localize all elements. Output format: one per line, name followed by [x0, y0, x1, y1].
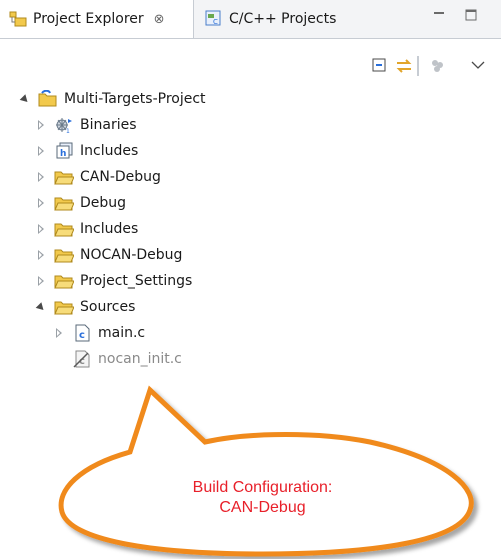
expand-icon[interactable]: [36, 119, 48, 131]
binaries-icon: 1: [54, 116, 74, 135]
svg-text:h: h: [60, 149, 66, 159]
view-toolbar: [0, 56, 501, 80]
tab-project-explorer[interactable]: Project Explorer ⊗: [0, 0, 194, 38]
tab-label: C/C++ Projects: [229, 11, 337, 27]
project-explorer-icon: [8, 9, 28, 29]
tree-item-binaries[interactable]: 1 Binaries: [0, 112, 501, 138]
tree-item-nocan-init-c[interactable]: c nocan_init.c: [0, 346, 501, 372]
tree-item-can-debug[interactable]: CAN-Debug: [0, 164, 501, 190]
tree-item-label: Includes: [80, 143, 139, 159]
expand-icon[interactable]: [20, 93, 32, 105]
tree-item-includes-folder[interactable]: Includes: [0, 216, 501, 242]
tree-item-includes[interactable]: h Includes: [0, 138, 501, 164]
tree-item-label: Debug: [80, 195, 127, 211]
filter-icon[interactable]: [428, 56, 448, 76]
folder-icon: [54, 220, 75, 238]
toolbar-separator: [417, 56, 419, 76]
tree-item-main-c[interactable]: c main.c: [0, 320, 501, 346]
maximize-icon[interactable]: [465, 9, 477, 25]
c-file-icon: c: [72, 324, 92, 342]
tree-item-label: nocan_init.c: [98, 351, 182, 367]
tree-item-label: CAN-Debug: [80, 169, 161, 185]
collapse-all-icon[interactable]: [370, 56, 390, 76]
expand-icon[interactable]: [54, 327, 66, 339]
expand-icon[interactable]: [36, 223, 48, 235]
tree-item-label: main.c: [98, 325, 146, 341]
tree-item-nocan-debug[interactable]: NOCAN-Debug: [0, 242, 501, 268]
expand-icon[interactable]: [36, 301, 48, 313]
expand-icon[interactable]: [36, 171, 48, 183]
expand-icon[interactable]: [36, 275, 48, 287]
link-with-editor-icon[interactable]: [394, 56, 414, 76]
tree-item-label: Includes: [80, 221, 139, 237]
tree-root[interactable]: Multi-Targets-Project: [0, 86, 501, 112]
minimize-icon[interactable]: [433, 9, 445, 25]
svg-text:c: c: [79, 330, 85, 341]
tab-label: Project Explorer: [33, 11, 144, 27]
tree-item-label: Sources: [80, 299, 136, 315]
callout-line-2: CAN-Debug: [219, 499, 306, 516]
tree-item-sources[interactable]: Sources: [0, 294, 501, 320]
tree-item-label: NOCAN-Debug: [80, 247, 183, 263]
expand-icon[interactable]: [36, 145, 48, 157]
project-icon: [38, 89, 58, 108]
folder-icon: [54, 246, 75, 264]
svg-text:1: 1: [66, 128, 70, 134]
svg-text:C: C: [213, 18, 218, 26]
folder-icon: [54, 298, 75, 316]
callout-text: Build Configuration: CAN-Debug: [150, 478, 375, 518]
excluded-c-file-icon: c: [72, 350, 92, 368]
tree-item-label: Project_Settings: [80, 273, 193, 289]
tab-cpp-projects[interactable]: C C/C++ Projects: [196, 0, 366, 38]
folder-icon: [54, 168, 75, 186]
tree-item-label: Multi-Targets-Project: [64, 91, 206, 107]
view-menu-icon[interactable]: [468, 56, 488, 76]
tree-item-debug[interactable]: Debug: [0, 190, 501, 216]
callout-line-1: Build Configuration:: [192, 479, 333, 496]
includes-icon: h: [54, 142, 74, 160]
close-icon[interactable]: ⊗: [154, 12, 165, 27]
view-tab-bar: Project Explorer ⊗ C C/C++ Projects: [0, 0, 501, 39]
expand-icon[interactable]: [36, 197, 48, 209]
folder-icon: [54, 272, 75, 290]
expand-icon[interactable]: [36, 249, 48, 261]
tree-item-label: Binaries: [80, 117, 137, 133]
tree-item-project-settings[interactable]: Project_Settings: [0, 268, 501, 294]
cpp-projects-icon: C: [204, 9, 224, 29]
callout-bubble: [58, 385, 474, 557]
folder-icon: [54, 194, 75, 212]
